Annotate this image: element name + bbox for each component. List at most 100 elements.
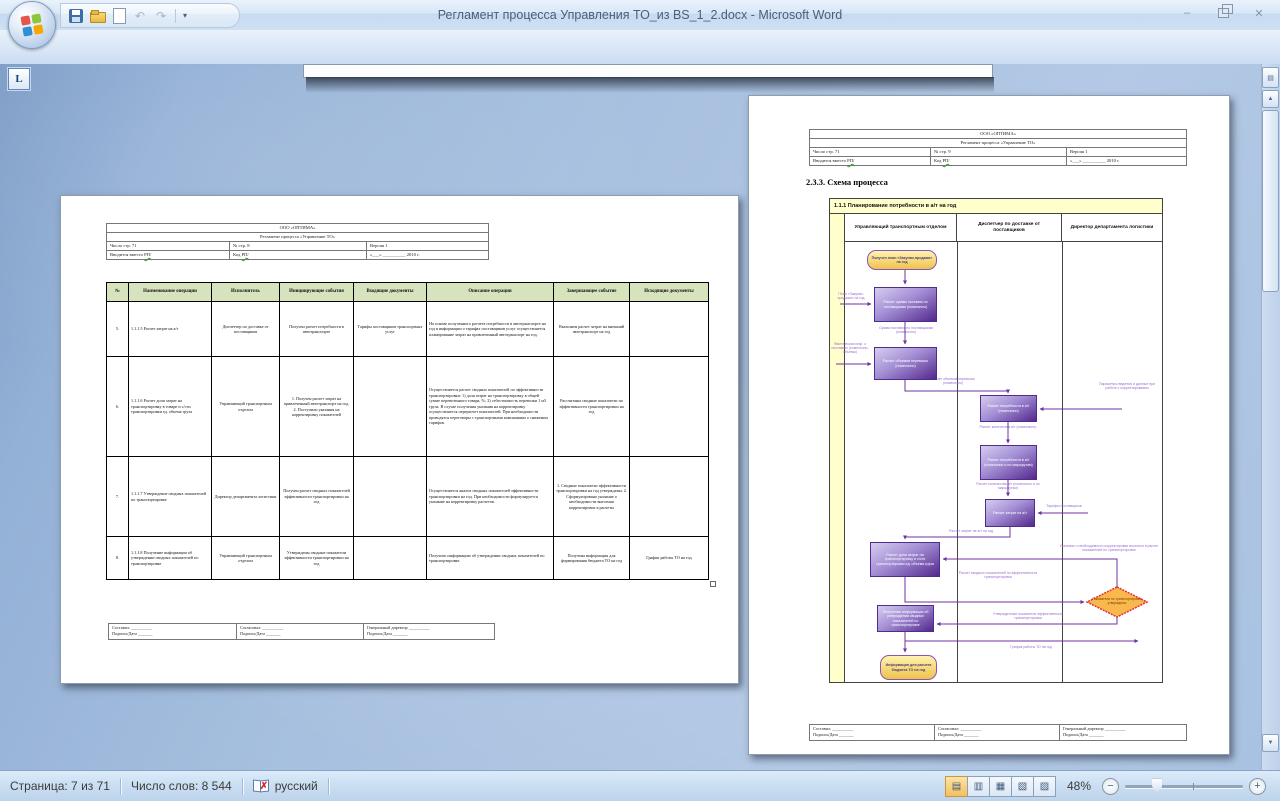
- cell-completing: 1. Сводные показатели эффективности тран…: [554, 457, 630, 537]
- office-button[interactable]: [8, 1, 56, 49]
- replaces-cell: Вводится вместо РП/: [107, 250, 230, 259]
- quick-access-toolbar: ↶ ↷ ▾: [60, 3, 240, 28]
- previous-page-edge: [303, 64, 991, 94]
- signature-table: Составил: __________Подпись/Дата _______…: [108, 623, 495, 640]
- open-icon[interactable]: [90, 12, 106, 23]
- col-initiating: Инициирующие события: [280, 283, 354, 302]
- ruler-toggle-button[interactable]: ▤: [1262, 67, 1279, 88]
- office-logo-orange-square: [33, 24, 43, 34]
- tab-selector-button[interactable]: L: [8, 68, 30, 90]
- cell-description: Осуществляется анализ сводных показателе…: [427, 457, 554, 537]
- regulation-title: Регламент процесса «Управление ТО»: [810, 138, 1187, 147]
- code-cell: Код РП/: [931, 156, 1067, 165]
- statusbar-separator: [328, 778, 329, 795]
- table-row: 5.1.1.1.5 Расчет затрат на а/тДиспетчер …: [107, 302, 709, 357]
- page-header-table: ООО «ОПТИМА» Регламент процесса «Управле…: [106, 223, 489, 260]
- cell-name: 1.1.1.6 Расчет доли затрат на транспорти…: [129, 357, 212, 457]
- zoom-slider-track[interactable]: [1125, 785, 1243, 788]
- zoom-slider-marker[interactable]: [1152, 779, 1162, 793]
- cell-name: 1.1.1.8 Получение информации об утвержде…: [129, 537, 212, 580]
- cell-initiating: 1. Получен расчет затрат на привлеченный…: [280, 357, 354, 457]
- cell-outgoing: [630, 302, 709, 357]
- table-row: 7.1.1.1.7 Утверждение сводных показателе…: [107, 457, 709, 537]
- word-count[interactable]: Число слов: 8 544: [121, 779, 242, 793]
- outline-view-button[interactable]: ▧: [1011, 776, 1034, 797]
- date-cell: «___» __________ 2010 г.: [1067, 156, 1187, 165]
- restore-icon: [1218, 8, 1229, 18]
- cell-outgoing: [630, 357, 709, 457]
- zoom-out-button[interactable]: −: [1102, 778, 1119, 795]
- agreed-cell: Согласовал: __________Подпись/Дата _____…: [935, 725, 1060, 741]
- cell-initiating: Утверждены сводные показатели эффективно…: [280, 537, 354, 580]
- save-icon[interactable]: [69, 9, 83, 23]
- print-layout-view-button[interactable]: ▤: [945, 776, 968, 797]
- cell-outgoing: [630, 457, 709, 537]
- cell-incoming: [354, 457, 427, 537]
- scroll-down-button[interactable]: ▼: [1262, 734, 1279, 752]
- cell-outgoing: График работы ТО на год: [630, 537, 709, 580]
- customize-qat-button[interactable]: ▾: [183, 13, 187, 19]
- restore-button[interactable]: [1210, 5, 1236, 21]
- zoom-level[interactable]: 48%: [1062, 779, 1096, 793]
- spellcheck-status[interactable]: ✗ русский: [243, 779, 328, 793]
- zoom-slider[interactable]: [1125, 779, 1243, 794]
- date-cell: «___» __________ 2010 г.: [367, 250, 489, 259]
- ribbon-tab-row: Главная Вставка Разметка страницы Ссылки…: [0, 30, 1280, 65]
- minimize-button[interactable]: –: [1174, 5, 1200, 21]
- zoom-in-button[interactable]: +: [1249, 778, 1266, 795]
- version: Версия 1: [367, 241, 489, 250]
- page-number: № стр. 9: [931, 147, 1067, 156]
- regulation-title: Регламент процесса «Управление ТО»: [107, 232, 489, 241]
- document-page-left: ООО «ОПТИМА» Регламент процесса «Управле…: [60, 195, 739, 684]
- document-workspace: L ООО «ОПТИМА» Регламент процесса «Управ…: [0, 64, 1280, 770]
- composed-cell: Составил: __________Подпись/Дата _______: [810, 725, 935, 741]
- draft-view-button[interactable]: ▨: [1033, 776, 1056, 797]
- cell-name: 1.1.1.5 Расчет затрат на а/т: [129, 302, 212, 357]
- company-name: ООО «ОПТИМА»: [107, 224, 489, 233]
- pages-count: Число стр. 71: [810, 147, 931, 156]
- decision-label: Показатели по транспортировке утверждены: [1089, 591, 1145, 613]
- end-event-shape: Информация для расчета бюджета ТО на год: [880, 655, 937, 680]
- table-row: 8.1.1.1.8 Получение информации об утверж…: [107, 537, 709, 580]
- full-screen-reading-view-button[interactable]: ▥: [967, 776, 990, 797]
- agreed-cell: Согласовал: __________Подпись/Дата _____…: [237, 624, 364, 640]
- company-name: ООО «ОПТИМА»: [810, 130, 1187, 139]
- table-row: 6.1.1.1.6 Расчет доли затрат на транспор…: [107, 357, 709, 457]
- cell-description: Получить информацию об утверждении сводн…: [427, 537, 554, 580]
- language-indicator[interactable]: русский: [275, 779, 318, 793]
- status-bar: Страница: 7 из 71 Число слов: 8 544 ✗ ру…: [0, 770, 1280, 801]
- new-document-icon[interactable]: [113, 8, 126, 24]
- office-logo-icon: [20, 13, 43, 36]
- version: Версия 1: [1067, 147, 1187, 156]
- operation-box-2: Расчет объемов перевозок (помесячно): [874, 347, 937, 380]
- view-shortcuts: ▤ ▥ ▦ ▧ ▨: [946, 776, 1056, 797]
- composed-cell: Составил: __________Подпись/Дата _______: [109, 624, 237, 640]
- col-outgoing: Исходящие документы: [630, 283, 709, 302]
- cell-completing: Выполнен расчет затрат на внешний автотр…: [554, 302, 630, 357]
- cell-executor: Управляющий транспортным отделом: [212, 357, 280, 457]
- replaces-code: РП/: [144, 252, 151, 257]
- cell-incoming: [354, 537, 427, 580]
- window-controls: – ✕: [1174, 5, 1272, 21]
- col-name: Наименование операции: [129, 283, 212, 302]
- cell-num: 6.: [107, 357, 129, 457]
- table-resize-handle[interactable]: [710, 581, 716, 587]
- col-num: №: [107, 283, 129, 302]
- undo-icon[interactable]: ↶: [133, 9, 147, 23]
- office-logo-red-square: [20, 15, 30, 25]
- col-executor: Исполнитель: [212, 283, 280, 302]
- cell-name: 1.1.1.7 Утверждение сводных показателей …: [129, 457, 212, 537]
- scroll-up-button[interactable]: ▲: [1262, 90, 1279, 108]
- page-shadow: [306, 77, 994, 93]
- section-heading: 2.3.3. Схема процесса: [806, 177, 888, 187]
- office-logo-blue-square: [22, 26, 32, 36]
- document-code: РП/: [943, 158, 950, 163]
- page-number: № стр. 8: [230, 241, 367, 250]
- scrollbar-thumb[interactable]: [1262, 110, 1279, 292]
- close-button[interactable]: ✕: [1246, 5, 1272, 21]
- col-description: Описание операции: [427, 283, 554, 302]
- web-layout-view-button[interactable]: ▦: [989, 776, 1012, 797]
- cell-num: 7.: [107, 457, 129, 537]
- page-indicator[interactable]: Страница: 7 из 71: [0, 779, 120, 793]
- redo-icon[interactable]: ↷: [154, 9, 168, 23]
